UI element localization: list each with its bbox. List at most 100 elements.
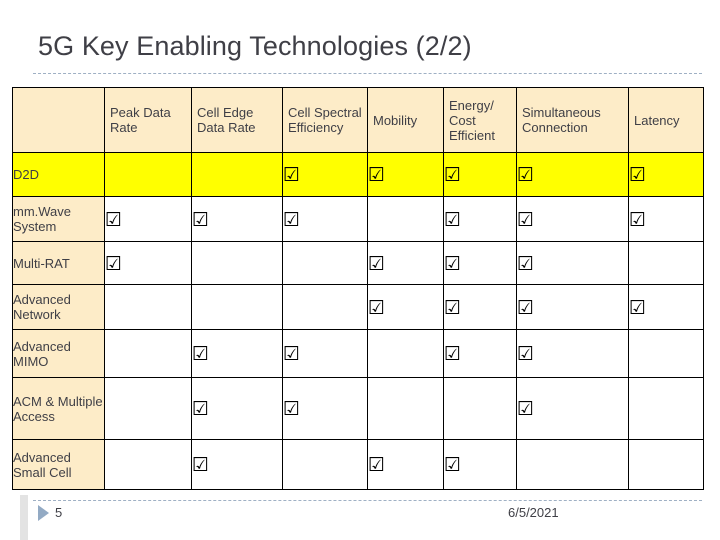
checked-cell: ☑ [282,377,368,440]
checked-cell: ☑ [282,152,368,197]
checkbox-checked-icon: ☑ [283,398,301,420]
footer-page-number: 5 [55,505,63,520]
empty-cell [104,329,192,378]
checkbox-checked-icon: ☑ [368,296,386,319]
column-header-latency: Latency [628,87,704,153]
checked-cell: ☑ [191,377,283,440]
table-row: ACM & Multiple Access ☑ ☑ ☑ [12,377,704,440]
table-row: Advanced MIMO ☑ ☑ ☑ ☑ [12,329,704,378]
row-label: Advanced MIMO [12,329,105,378]
table-header-row: Peak Data Rate Cell Edge Data Rate Cell … [12,87,704,153]
empty-cell [104,439,192,490]
checked-cell: ☑ [443,152,517,197]
column-header-mobility: Mobility [367,87,444,153]
checkbox-checked-icon: ☑ [283,208,301,231]
checkbox-checked-icon: ☑ [105,208,123,231]
column-header-energy-cost-efficient: Energy/ Cost Efficient [443,87,517,153]
checked-cell: ☑ [443,284,517,330]
empty-cell [367,377,444,440]
empty-cell [282,284,368,330]
slide-canvas: 5G Key Enabling Technologies (2/2) Peak … [0,0,720,540]
checkbox-checked-icon: ☑ [444,343,462,365]
empty-cell [282,439,368,490]
table-row: D2D ☑ ☑ ☑ ☑ ☑ [12,152,704,197]
checkbox-checked-icon: ☑ [105,252,123,275]
footer-divider [33,500,702,501]
checked-cell: ☑ [516,152,629,197]
empty-cell [628,439,704,490]
checked-cell: ☑ [443,241,517,285]
checked-cell: ☑ [367,284,444,330]
empty-cell [367,196,444,242]
row-label: Advanced Small Cell [12,439,105,490]
checked-cell: ☑ [104,196,192,242]
checked-cell: ☑ [104,241,192,285]
play-triangle-icon [38,505,49,521]
checked-cell: ☑ [191,439,283,490]
checked-cell: ☑ [516,196,629,242]
column-header-peak-data-rate: Peak Data Rate [104,87,192,153]
title-divider [33,73,702,74]
checked-cell: ☑ [367,241,444,285]
row-label: ACM & Multiple Access [12,377,105,440]
checkbox-checked-icon: ☑ [444,296,462,319]
empty-cell [191,152,283,197]
checkbox-checked-icon: ☑ [629,164,647,186]
checkbox-checked-icon: ☑ [629,296,647,319]
empty-cell [104,284,192,330]
checked-cell: ☑ [628,196,704,242]
checkbox-checked-icon: ☑ [517,398,535,420]
checkbox-checked-icon: ☑ [629,208,647,231]
checkbox-checked-icon: ☑ [517,343,535,365]
row-label: Advanced Network [12,284,105,330]
table-header: Peak Data Rate Cell Edge Data Rate Cell … [12,87,704,153]
checked-cell: ☑ [367,152,444,197]
checkbox-checked-icon: ☑ [192,454,210,476]
empty-cell [628,329,704,378]
checked-cell: ☑ [191,329,283,378]
empty-cell [443,377,517,440]
row-label: Multi-RAT [12,241,105,285]
footer-date: 6/5/2021 [508,505,559,520]
checked-cell: ☑ [282,196,368,242]
checked-cell: ☑ [516,377,629,440]
table-row: mm.Wave System ☑ ☑ ☑ ☑ ☑ ☑ [12,196,704,242]
checkbox-checked-icon: ☑ [283,164,301,186]
checkbox-checked-icon: ☑ [192,343,210,365]
checkbox-checked-icon: ☑ [517,164,535,186]
checkbox-checked-icon: ☑ [192,208,210,231]
empty-cell [104,152,192,197]
checked-cell: ☑ [443,196,517,242]
left-accent-bar [20,495,28,540]
empty-cell [191,284,283,330]
checkbox-checked-icon: ☑ [517,208,535,231]
table-corner-cell [12,87,105,153]
technology-comparison-table: Peak Data Rate Cell Edge Data Rate Cell … [12,87,704,490]
column-header-simultaneous-connection: Simultaneous Connection [516,87,629,153]
checked-cell: ☑ [628,284,704,330]
checkbox-checked-icon: ☑ [368,454,386,476]
checkbox-checked-icon: ☑ [368,252,386,275]
empty-cell [104,377,192,440]
row-label: D2D [12,152,105,197]
checkbox-checked-icon: ☑ [517,252,535,275]
checkbox-checked-icon: ☑ [444,164,462,186]
checked-cell: ☑ [443,439,517,490]
row-label: mm.Wave System [12,196,105,242]
empty-cell [367,329,444,378]
empty-cell [628,377,704,440]
checked-cell: ☑ [191,196,283,242]
column-header-cell-edge-data-rate: Cell Edge Data Rate [191,87,283,153]
checkbox-checked-icon: ☑ [444,252,462,275]
empty-cell [282,241,368,285]
page-title: 5G Key Enabling Technologies (2/2) [38,31,472,61]
checked-cell: ☑ [516,329,629,378]
checked-cell: ☑ [516,241,629,285]
checkbox-checked-icon: ☑ [444,208,462,231]
table-row: Advanced Network ☑ ☑ ☑ ☑ [12,284,704,330]
checked-cell: ☑ [443,329,517,378]
checked-cell: ☑ [516,284,629,330]
empty-cell [191,241,283,285]
checked-cell: ☑ [282,329,368,378]
checkbox-checked-icon: ☑ [192,398,210,420]
